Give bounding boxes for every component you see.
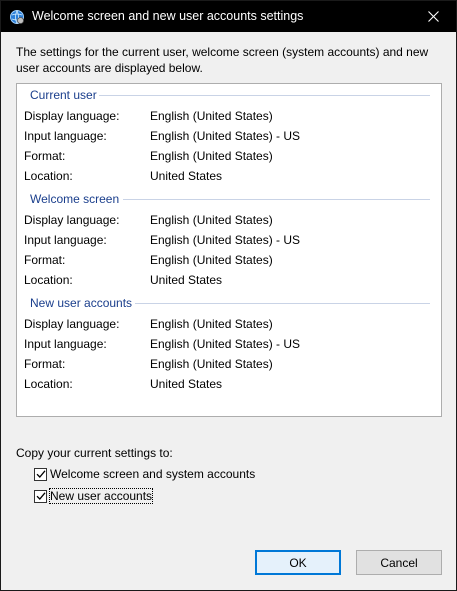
checkbox-box[interactable]: [34, 489, 47, 503]
setting-row: Input language: English (United States) …: [24, 232, 434, 248]
setting-label: Display language:: [24, 109, 120, 123]
setting-value: English (United States): [150, 109, 273, 123]
setting-value: United States: [150, 377, 223, 391]
setting-row: Location: United States: [24, 272, 434, 288]
setting-value: English (United States): [150, 213, 273, 227]
checkmark-icon: [36, 492, 45, 500]
section-divider: [99, 95, 430, 96]
checkmark-icon: [36, 470, 45, 478]
ok-button[interactable]: OK: [255, 550, 341, 575]
setting-value: English (United States) - US: [150, 129, 301, 143]
setting-row: Input language: English (United States) …: [24, 336, 434, 352]
setting-row: Format: English (United States): [24, 148, 434, 164]
setting-label: Input language:: [24, 337, 107, 351]
setting-row: Display language: English (United States…: [24, 212, 434, 228]
title-bar[interactable]: Welcome screen and new user accounts set…: [1, 1, 456, 32]
setting-row: Display language: English (United States…: [24, 108, 434, 124]
section-title: Current user: [30, 87, 103, 103]
setting-row: Location: United States: [24, 376, 434, 392]
dialog-window: Welcome screen and new user accounts set…: [0, 0, 457, 591]
setting-value: English (United States): [150, 149, 273, 163]
settings-panel: Current user Display language: English (…: [16, 83, 442, 417]
checkbox-label[interactable]: New user accounts: [48, 488, 154, 504]
section-title: New user accounts: [30, 295, 139, 311]
setting-row: Location: United States: [24, 168, 434, 184]
setting-row: Display language: English (United States…: [24, 316, 434, 332]
setting-value: United States: [150, 273, 223, 287]
setting-row: Format: English (United States): [24, 356, 434, 372]
checkbox-box[interactable]: [34, 467, 47, 481]
window-title: Welcome screen and new user accounts set…: [32, 9, 304, 23]
setting-label: Format:: [24, 357, 66, 371]
setting-label: Input language:: [24, 233, 107, 247]
close-button[interactable]: [410, 1, 456, 32]
setting-label: Location:: [24, 377, 73, 391]
section-divider: [123, 199, 430, 200]
close-icon: [427, 11, 439, 22]
setting-label: Input language:: [24, 129, 107, 143]
setting-value: English (United States) - US: [150, 337, 301, 351]
copy-settings-label: Copy your current settings to:: [16, 446, 173, 460]
setting-value: English (United States): [150, 253, 273, 267]
setting-label: Display language:: [24, 317, 120, 331]
checkbox-new-user-accounts[interactable]: New user accounts: [34, 488, 154, 504]
section-title: Welcome screen: [30, 191, 126, 207]
setting-row: Input language: English (United States) …: [24, 128, 434, 144]
setting-label: Format:: [24, 149, 66, 163]
setting-label: Location:: [24, 273, 73, 287]
setting-label: Display language:: [24, 213, 120, 227]
checkbox-welcome-screen[interactable]: Welcome screen and system accounts: [34, 466, 255, 482]
setting-value: United States: [150, 169, 223, 183]
setting-label: Location:: [24, 169, 73, 183]
cancel-button[interactable]: Cancel: [356, 550, 442, 575]
globe-settings-icon: [9, 9, 25, 25]
setting-row: Format: English (United States): [24, 252, 434, 268]
setting-label: Format:: [24, 253, 66, 267]
setting-value: English (United States): [150, 317, 273, 331]
description-text: The settings for the current user, welco…: [16, 45, 429, 75]
section-divider: [135, 303, 430, 304]
checkbox-label[interactable]: Welcome screen and system accounts: [50, 467, 255, 481]
setting-value: English (United States): [150, 357, 273, 371]
setting-value: English (United States) - US: [150, 233, 301, 247]
